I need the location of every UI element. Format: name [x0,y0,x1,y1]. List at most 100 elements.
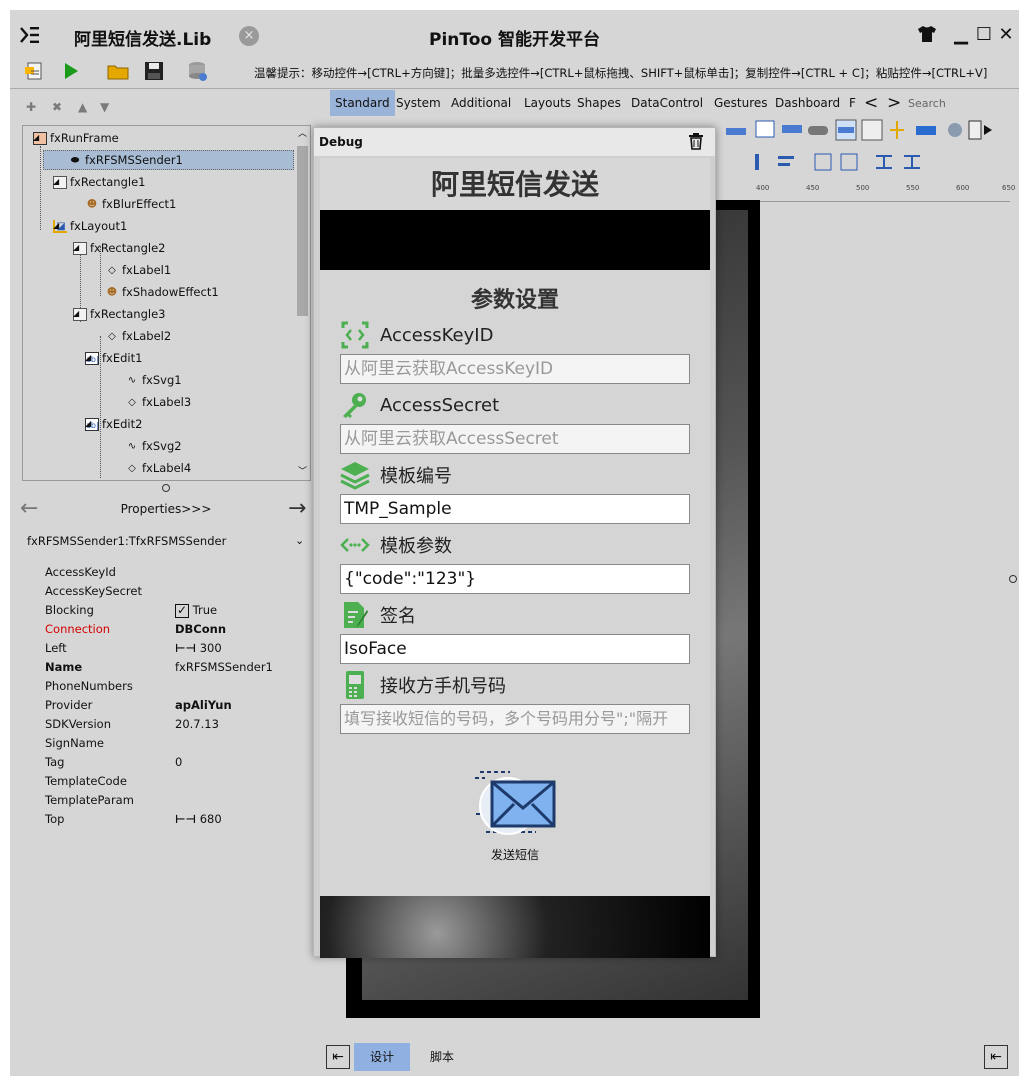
palette-prev-icon[interactable]: < [859,90,883,116]
alignment-tools-icons[interactable] [740,152,920,172]
tree-node-label: fxBlurEffect1 [102,197,177,211]
debug-header[interactable]: Debug [314,128,715,156]
property-row[interactable]: Tag 0 [45,755,182,774]
tree-node[interactable]: ◢ ab| fxEdit2 [85,414,142,434]
tree-node-label: fxShadowEffect1 [122,285,219,299]
tab-layouts[interactable]: Layouts [519,90,576,116]
label-icon: ◇ [128,396,136,408]
tree-node[interactable]: ☻ fxShadowEffect1 [105,282,219,302]
tree-node[interactable]: ◢ ◪ fxLayout1 [53,216,127,236]
collapse-icon[interactable]: ◢ [53,172,62,192]
sign-name-input[interactable]: IsoFace [340,634,690,664]
tab-gestures[interactable]: Gestures [709,90,773,116]
properties-next-icon[interactable]: → [288,496,306,521]
splitter-handle[interactable] [162,484,170,492]
move-down-icon[interactable]: ▼ [100,100,109,114]
tree-node[interactable]: ∿ fxSvg2 [125,436,182,456]
template-code-input[interactable]: TMP_Sample [340,494,690,524]
close-tab-icon[interactable]: × [239,26,259,46]
database-icon[interactable] [186,60,208,82]
scroll-thumb[interactable] [297,146,308,316]
tab-design[interactable]: 设计 [354,1043,410,1071]
scroll-down-icon[interactable]: ﹀ [298,464,307,477]
save-icon[interactable] [143,60,165,82]
delete-node-icon[interactable]: ✖ [52,100,62,114]
tree-node[interactable]: ◢ fxRunFrame [33,128,119,148]
checkbox-checked-icon[interactable]: ✓ [175,604,189,618]
open-folder-icon[interactable] [107,60,129,82]
property-row[interactable]: Connection DBConn [45,622,226,641]
collapse-icon[interactable]: ◢ [85,414,94,434]
tree-node[interactable]: ◢ ab| fxEdit1 [85,348,142,368]
send-sms-label[interactable]: 发送短信 [320,846,710,863]
tab-additional[interactable]: Additional [446,90,516,116]
collapse-icon[interactable]: ◢ [73,304,82,324]
document-tab-title[interactable]: 阿里短信发送.Lib [74,25,211,50]
collapse-left-icon[interactable]: ⇤ [326,1045,350,1069]
properties-prev-icon[interactable]: ← [20,496,38,521]
field-label-accesskeyid: AccessKeyID [340,320,493,350]
shortcut-hint: 温馨提示：移动控件→[CTRL+方向键]；批量多选控件→[CTRL+鼠标拖拽、S… [254,66,988,80]
component-tree[interactable]: ◢ fxRunFrame ⬬ fxRFSMSSender1 ◢ fxRectang… [22,125,311,481]
accesskeyid-input[interactable]: 从阿里云获取AccessKeyID [340,354,690,384]
new-page-icon[interactable] [24,60,46,82]
header-band [320,210,710,270]
tree-node[interactable]: ◢ fxRectangle1 [53,172,145,192]
property-row[interactable]: AccessKeySecret [45,584,142,603]
minimize-icon[interactable]: ▁ [950,24,972,45]
trash-icon[interactable] [687,132,705,150]
tab-script[interactable]: 脚本 [430,1043,454,1071]
tree-node[interactable]: ◇ fxLabel4 [125,458,191,478]
property-row[interactable]: Name fxRFSMSSender1 [45,660,273,679]
property-row[interactable]: TemplateCode [45,774,127,793]
property-row[interactable]: SDKVersion 20.7.13 [45,717,219,736]
add-node-icon[interactable]: ✚ [26,100,36,114]
template-param-input[interactable]: {"code":"123"} [340,564,690,594]
tab-shapes[interactable]: Shapes [572,90,626,116]
tshirt-theme-icon[interactable] [917,25,937,43]
tree-node-label: fxRectangle2 [90,241,166,255]
tab-dashboard[interactable]: Dashboard [770,90,845,116]
tab-datacontrol[interactable]: DataControl [626,90,708,116]
debug-window[interactable]: Debug 阿里短信发送 参数设置 AccessKeyID 从阿里云获取Acce… [313,127,716,958]
tab-system[interactable]: System [391,90,446,116]
scroll-up-icon[interactable]: ︿ [298,126,307,139]
tab-standard[interactable]: Standard [330,90,395,116]
send-sms-icon[interactable] [470,768,560,838]
collapse-icon[interactable]: ◢ [53,216,62,236]
tree-node-selected[interactable]: ⬬ fxRFSMSSender1 [43,150,294,170]
palette-search-input[interactable]: Search [908,97,946,110]
collapse-right-icon[interactable]: ⇤ [984,1045,1008,1069]
collapse-icon[interactable]: ◢ [73,238,82,258]
palette-next-icon[interactable]: > [882,90,906,116]
object-selector[interactable]: fxRFSMSSender1:TfxRFSMSSender [27,534,226,548]
chevron-down-icon[interactable]: ⌄ [295,534,304,547]
tree-node[interactable]: ∿ fxSvg1 [125,370,182,390]
property-row[interactable]: AccessKeyId [45,565,116,584]
property-row[interactable]: SignName [45,736,104,755]
tree-node[interactable]: ◇ fxLabel1 [105,260,171,280]
maximize-icon[interactable]: ☐ [973,24,995,45]
collapse-icon[interactable]: ◢ [85,348,94,368]
accesssecret-input[interactable]: 从阿里云获取AccessSecret [340,424,690,454]
property-row[interactable]: TemplateParam [45,793,134,812]
resize-handle[interactable] [1009,575,1017,583]
close-window-icon[interactable]: ✕ [995,24,1017,45]
run-icon[interactable] [60,60,82,82]
properties-header[interactable]: Properties>>> [10,502,322,516]
collapse-icon[interactable]: ◢ [33,128,42,148]
property-row[interactable]: PhoneNumbers [45,679,133,698]
tree-node[interactable]: ◇ fxLabel3 [125,392,191,412]
property-row[interactable]: Top ⊢⊣ 680 [45,812,222,831]
tree-node[interactable]: ◢ fxRectangle3 [73,304,165,324]
tree-node[interactable]: ◇ fxLabel2 [105,326,171,346]
property-name: Connection [45,622,111,636]
property-row[interactable]: Blocking ✓ True [45,603,217,622]
tree-node[interactable]: ☻ fxBlurEffect1 [85,194,177,214]
move-up-icon[interactable]: ▲ [78,100,87,114]
property-row[interactable]: Provider apAliYun [45,698,232,717]
tree-scrollbar[interactable]: ︿ ﹀ [295,126,310,480]
property-row[interactable]: Left ⊢⊣ 300 [45,641,222,660]
tree-node[interactable]: ◢ fxRectangle2 [73,238,165,258]
phone-numbers-input[interactable]: 填写接收短信的号码，多个号码用分号";"隔开 [340,704,690,734]
